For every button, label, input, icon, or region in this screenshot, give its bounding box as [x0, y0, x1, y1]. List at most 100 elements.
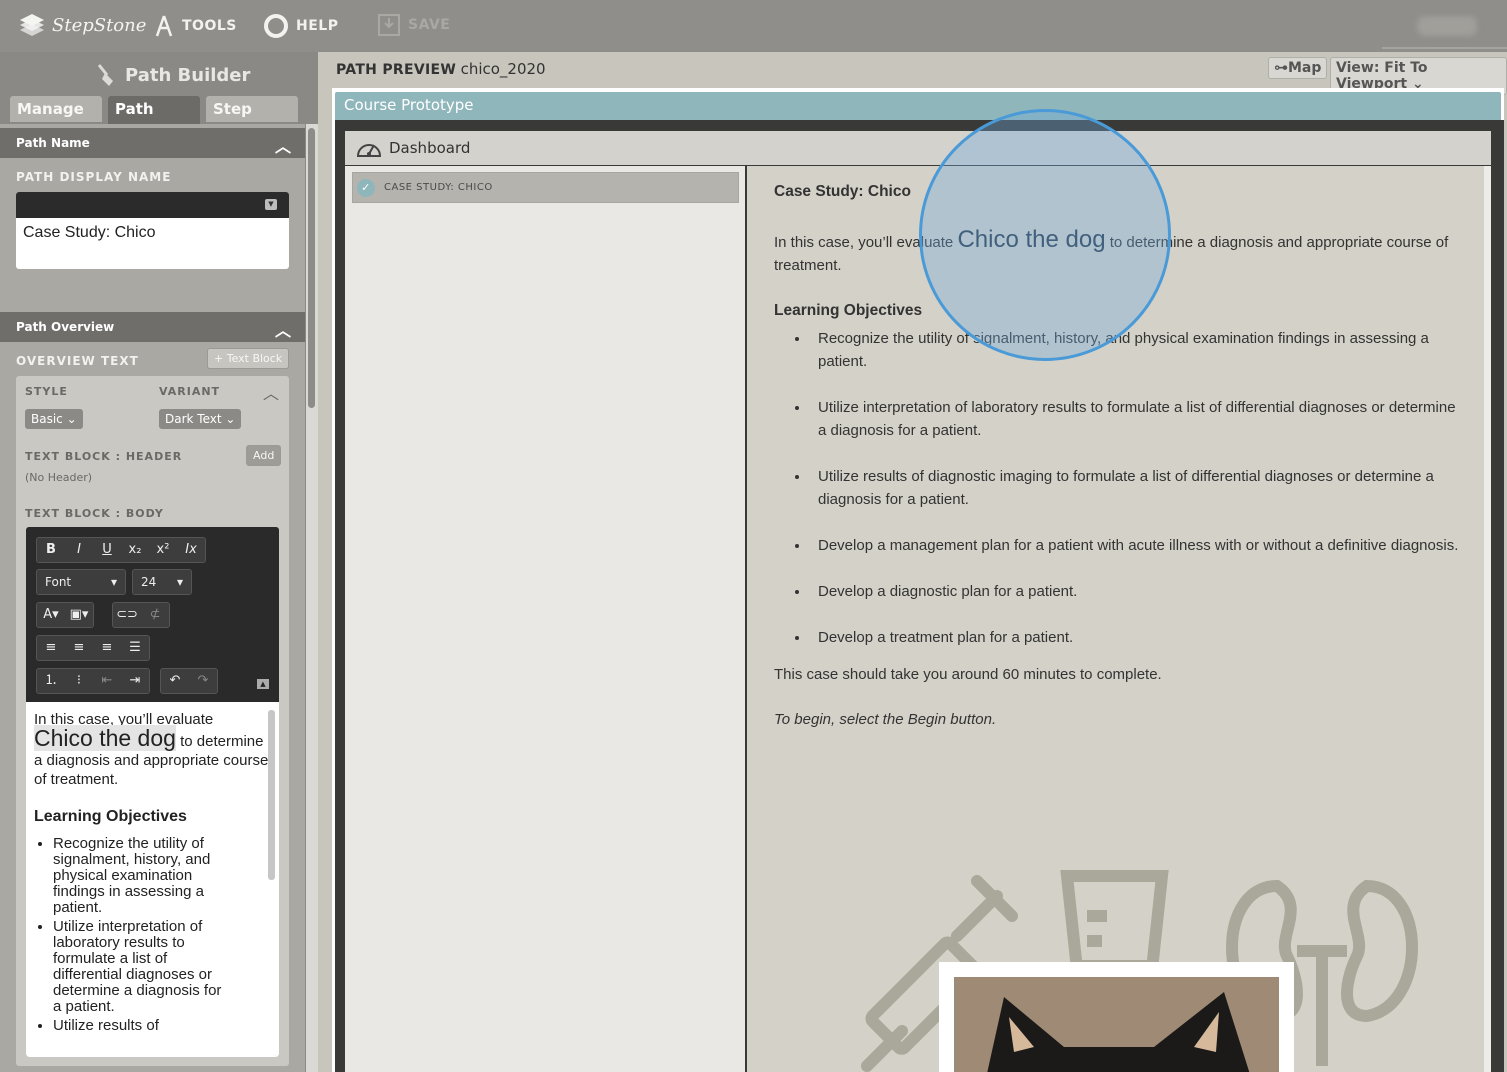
save-button[interactable]: SAVE [378, 14, 450, 36]
add-header-button[interactable]: Add [246, 445, 282, 466]
collapse-chevron-icon[interactable]: ︿ [275, 133, 291, 157]
course-title-bar: Course Prototype [335, 92, 1501, 120]
dog-ears-image [954, 977, 1279, 1072]
align-center-icon[interactable]: ≡ [65, 636, 93, 660]
editor-body[interactable]: In this case, you’ll evaluate Chico the … [26, 702, 279, 1057]
path-display-name-label: PATH DISPLAY NAME [16, 170, 172, 184]
dropdown-arrow-icon[interactable]: ▼ [265, 199, 277, 210]
content-instruction: To begin, select the Begin button. [774, 711, 997, 728]
text-block-card: STYLE VARIANT ︿ Basic ⌄ Dark Text ⌄ TEXT… [16, 376, 289, 1066]
help-menu[interactable]: HELP [264, 14, 338, 38]
map-button[interactable]: ⊶Map [1268, 57, 1328, 79]
preview-frame: Course Prototype Dashboard ✓ CASE STUDY:… [332, 88, 1504, 1072]
format-toolbar-group: B I U x₂ x² Ix [36, 537, 206, 563]
path-overview-section-header[interactable]: Path Overview ︿ [0, 312, 305, 342]
superscript-icon[interactable]: x² [149, 538, 177, 562]
content-scrollbar[interactable] [1484, 166, 1491, 1072]
redo-icon[interactable]: ↷ [189, 669, 217, 693]
path-builder-title-text: Path Builder [125, 64, 251, 86]
link-icon[interactable]: ⊂⊃ [113, 603, 141, 627]
map-icon: ⊶ [1274, 60, 1288, 76]
list-toolbar-group: ⒈ ⁝ ⇤ ⇥ [36, 668, 150, 694]
help-label: HELP [296, 18, 339, 34]
editor-scrollbar[interactable] [268, 710, 275, 880]
editor-objective: Recognize the utility of signalment, his… [53, 836, 271, 916]
dropdown-arrow-icon: ▾ [110, 575, 117, 589]
sidebar-tabs: Manage Path Step [10, 96, 298, 124]
style-label: STYLE [25, 385, 68, 398]
dog-photo-frame [939, 962, 1294, 1072]
zoom-highlight-circle [919, 109, 1171, 361]
editor-objectives-title: Learning Objectives [34, 808, 187, 825]
path-builder-sidebar: Path Builder Manage Path Step Path Name … [0, 52, 318, 1072]
save-label: SAVE [408, 17, 451, 33]
sidebar-scroll-thumb[interactable] [308, 128, 315, 408]
font-select[interactable]: Font ▾ [36, 569, 126, 595]
rich-text-editor: B I U x₂ x² Ix Font ▾ 24 ▾ A▾ ▣▾ ⊂⊃ ⊄ ≡ … [26, 527, 279, 1057]
logo-text: StepStone [52, 14, 147, 36]
indent-icon[interactable]: ⇥ [121, 669, 149, 693]
overview-text-label: OVERVIEW TEXT [16, 354, 139, 368]
case-list-item[interactable]: ✓ CASE STUDY: CHICO [352, 172, 739, 203]
tools-menu[interactable]: TOOLS [154, 14, 237, 38]
top-bar: StepStone TOOLS HELP SAVE [0, 0, 1507, 52]
align-left-icon[interactable]: ≡ [37, 636, 65, 660]
path-display-name-value[interactable]: Case Study: Chico [16, 218, 289, 248]
tab-manage[interactable]: Manage [10, 96, 102, 122]
clear-format-icon[interactable]: Ix [177, 538, 205, 562]
sidebar-scroll-area: Path Name ︿ PATH DISPLAY NAME ▼ Case Stu… [0, 124, 305, 1072]
stepstone-logo[interactable]: StepStone [16, 12, 146, 38]
dashboard-bar[interactable]: Dashboard [345, 131, 1491, 165]
bold-icon[interactable]: B [37, 538, 65, 562]
background-color-icon[interactable]: ▣▾ [65, 603, 93, 627]
case-item-label: CASE STUDY: CHICO [384, 182, 493, 193]
help-lifebuoy-icon [264, 14, 288, 38]
collapse-toolbar-icon[interactable]: ▲ [257, 679, 269, 689]
course-viewport: Dashboard ✓ CASE STUDY: CHICO Case Study… [335, 120, 1504, 1072]
path-display-name-field[interactable]: ▼ Case Study: Chico [16, 192, 289, 269]
variant-select[interactable]: Dark Text ⌄ [159, 409, 242, 429]
path-name-section-header[interactable]: Path Name ︿ [0, 128, 305, 158]
align-justify-icon[interactable]: ☰ [121, 636, 149, 660]
content-objective: Develop a diagnostic plan for a patient. [810, 580, 1464, 603]
color-toolbar-group: A▾ ▣▾ [36, 602, 94, 628]
undo-icon[interactable]: ↶ [161, 669, 189, 693]
path-preview-area: PATH PREVIEW chico_2020 ⊶Map View: Fit T… [318, 52, 1507, 1072]
history-toolbar-group: ↶ ↷ [160, 668, 218, 694]
tab-path[interactable]: Path [108, 96, 200, 124]
unlink-icon[interactable]: ⊄ [141, 603, 169, 627]
subscript-icon[interactable]: x₂ [121, 538, 149, 562]
underline-icon[interactable]: U [93, 538, 121, 562]
text-color-icon[interactable]: A▾ [37, 603, 65, 627]
numbered-list-icon[interactable]: ⒈ [37, 669, 65, 693]
sidebar-scrollbar[interactable] [306, 124, 318, 1072]
bullet-list-icon[interactable]: ⁝ [65, 669, 93, 693]
editor-objective: Utilize interpretation of laboratory res… [53, 919, 271, 1015]
align-toolbar-group: ≡ ≡ ≡ ☰ [36, 635, 150, 661]
topbar-divider [1382, 47, 1507, 49]
tab-step[interactable]: Step [206, 96, 298, 122]
variant-label: VARIANT [159, 385, 221, 398]
font-size-select[interactable]: 24 ▾ [132, 569, 192, 595]
editor-objectives-list: Recognize the utility of signalment, his… [34, 836, 271, 1034]
path-preview-name: chico_2020 [460, 60, 546, 78]
link-toolbar-group: ⊂⊃ ⊄ [112, 602, 170, 628]
italic-icon[interactable]: I [65, 538, 93, 562]
outdent-icon[interactable]: ⇤ [93, 669, 121, 693]
align-right-icon[interactable]: ≡ [93, 636, 121, 660]
collapse-chevron-icon[interactable]: ︿ [263, 380, 279, 404]
tools-label: TOOLS [182, 18, 237, 34]
editor-objective: Utilize results of [53, 1018, 271, 1034]
collapse-chevron-icon[interactable]: ︿ [275, 317, 291, 341]
content-duration: This case should take you around 60 minu… [774, 666, 1162, 683]
text-block-header-label: TEXT BLOCK : HEADER [25, 450, 183, 463]
style-select[interactable]: Basic ⌄ [25, 409, 83, 429]
content-objective: Utilize interpretation of laboratory res… [810, 396, 1464, 442]
content-objective: Develop a treatment plan for a patient. [810, 626, 1464, 649]
path-preview-label: PATH PREVIEW [336, 62, 457, 78]
path-overview-header-text: Path Overview [16, 320, 115, 334]
user-menu-blurred[interactable] [1417, 16, 1477, 36]
add-text-block-button[interactable]: + Text Block [207, 348, 290, 369]
stepstone-logo-icon [20, 14, 44, 36]
path-builder-title: Path Builder [95, 62, 250, 88]
